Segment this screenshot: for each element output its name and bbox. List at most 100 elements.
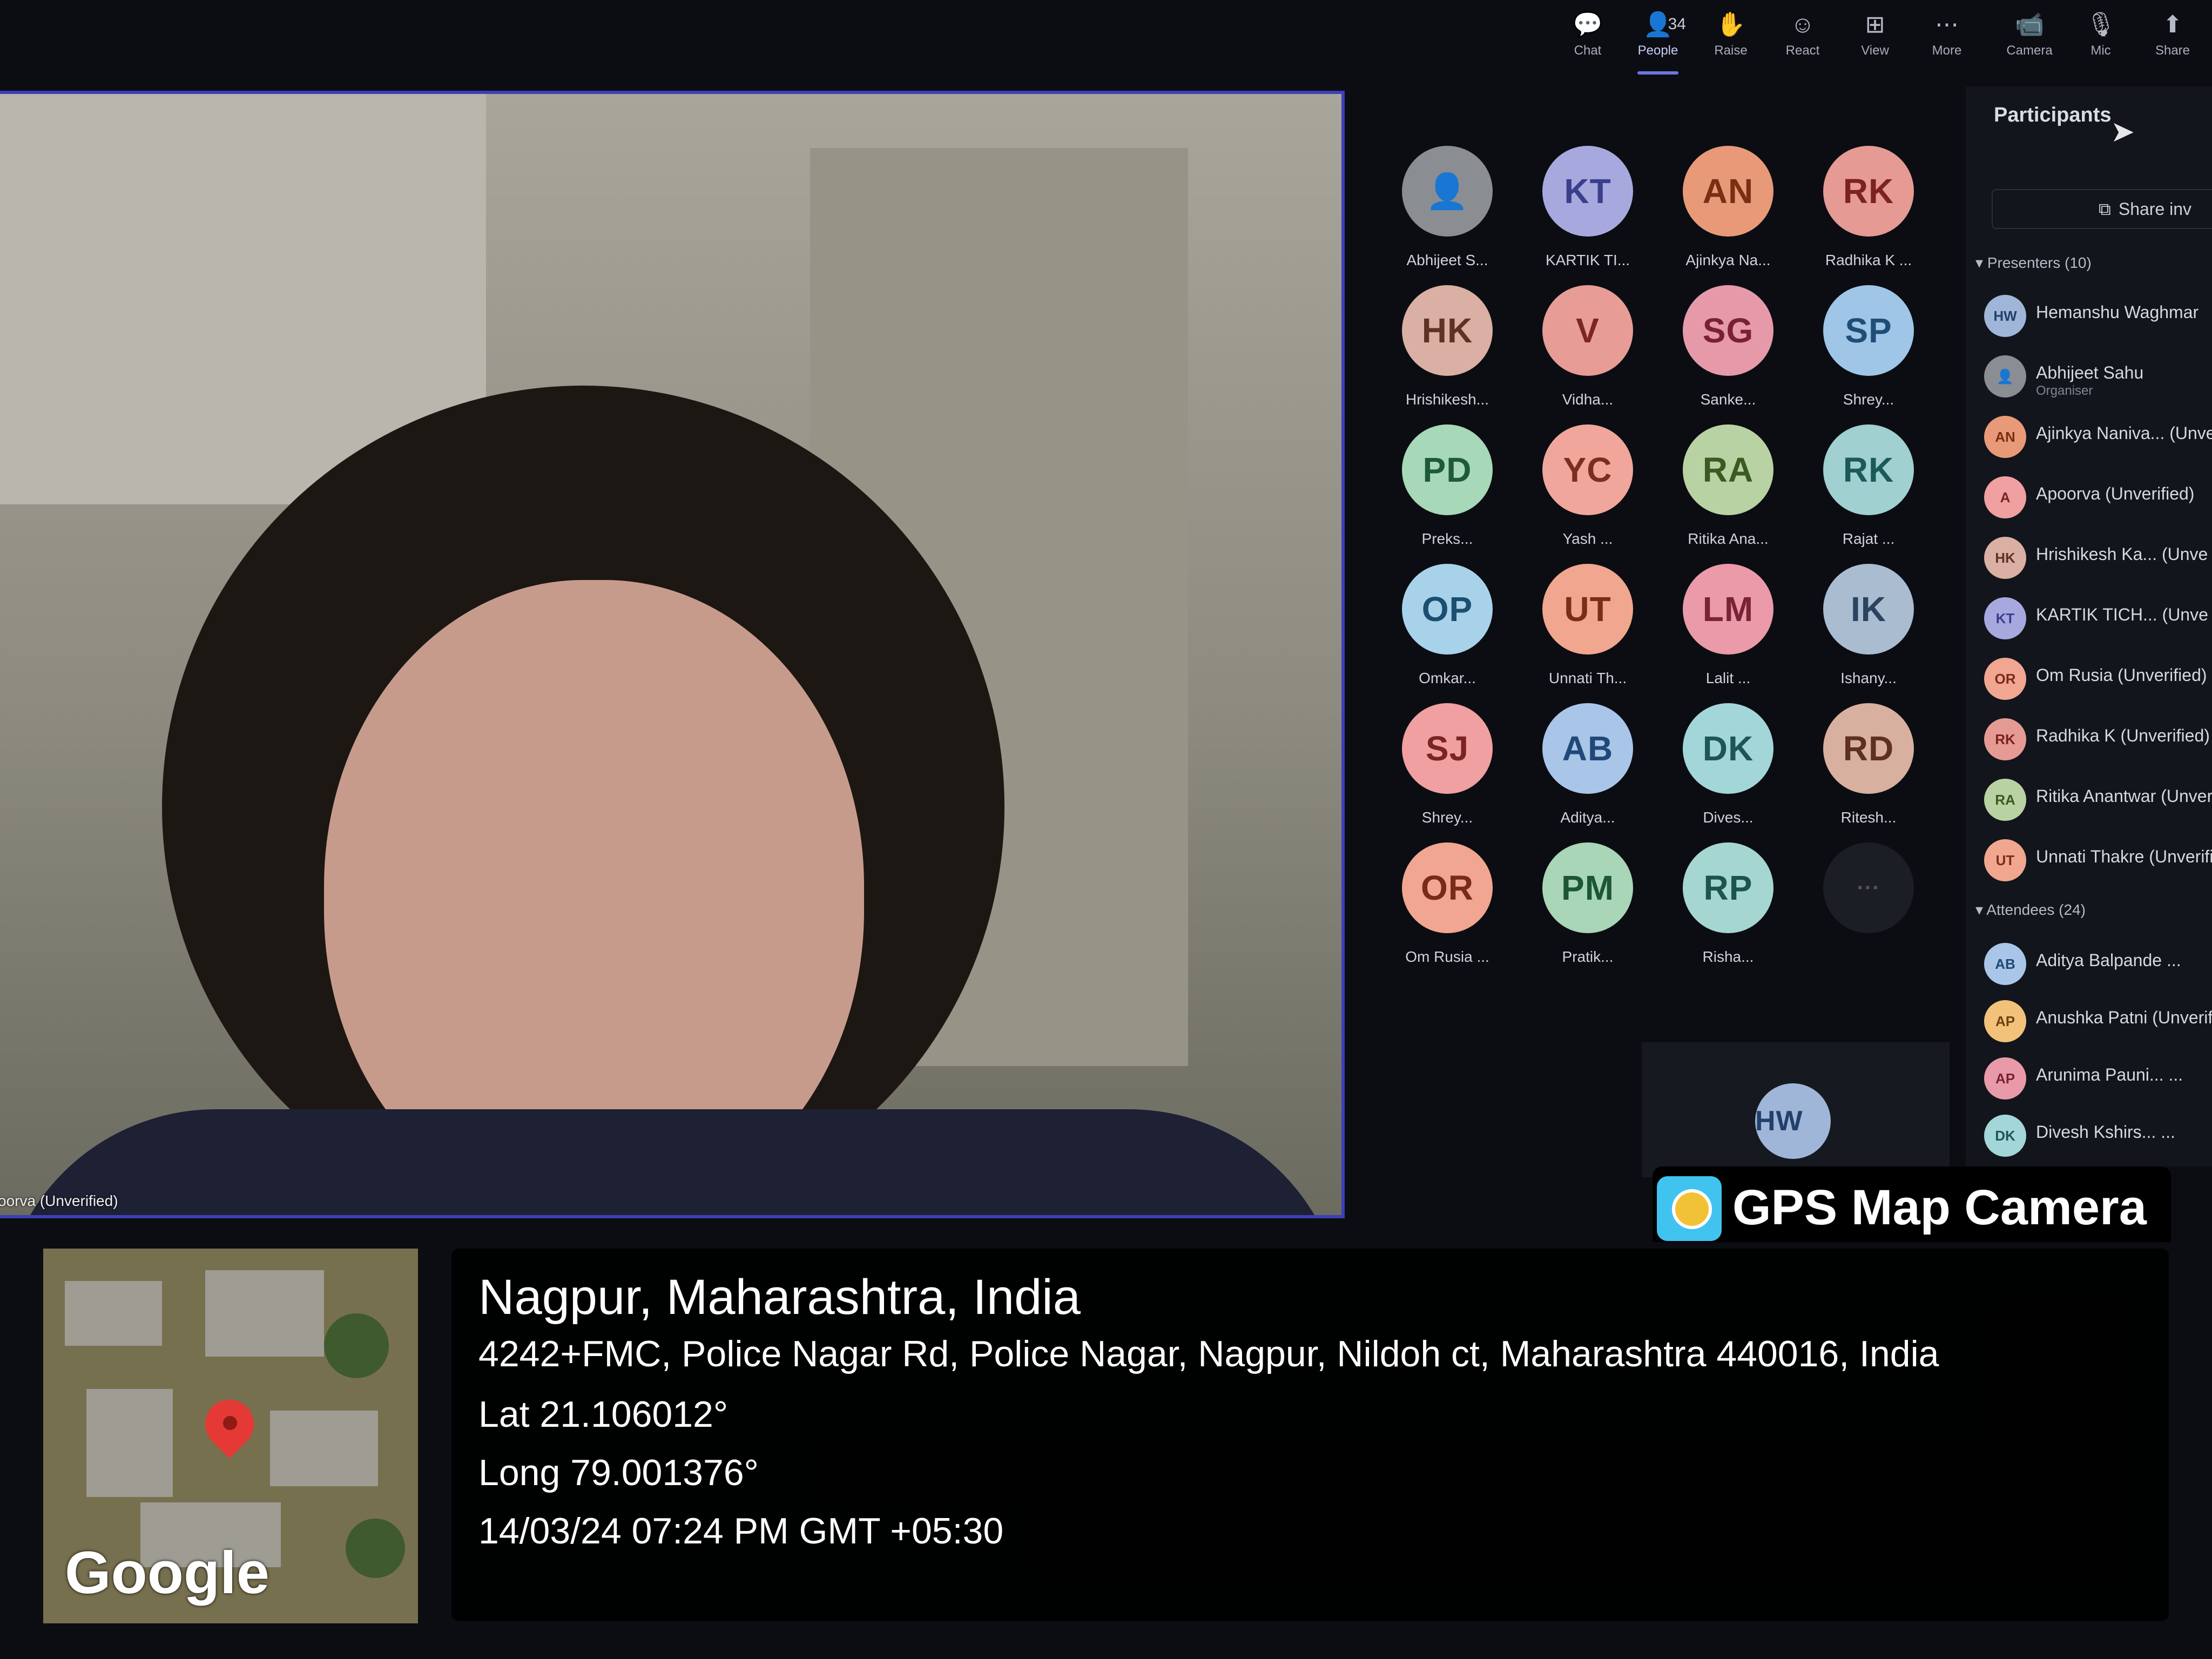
participant-list-name: Apoorva (Unverified) bbox=[2036, 484, 2195, 503]
participant-tile[interactable]: IK Ishany... bbox=[1798, 564, 1939, 704]
participant-tile[interactable]: AB Aditya... bbox=[1518, 703, 1658, 844]
toolbar-chat-button[interactable]: 💬 Chat bbox=[1555, 10, 1620, 75]
attendees-label: Attendees (24) bbox=[1986, 901, 2086, 918]
participant-tile[interactable]: PD Preks... bbox=[1377, 424, 1518, 565]
participant-tile[interactable]: OP Omkar... bbox=[1377, 564, 1518, 704]
participant-list-item[interactable]: UT Unnati Thakre (Unverifie bbox=[1984, 836, 2212, 885]
toolbar-react-button[interactable]: ☺ React bbox=[1770, 10, 1835, 75]
participant-tile[interactable]: YC Yash ... bbox=[1518, 424, 1658, 565]
participant-tile[interactable]: RK Rajat ... bbox=[1798, 424, 1939, 565]
participant-list-item[interactable]: RA Ritika Anantwar (Unveri bbox=[1984, 775, 2212, 824]
participant-tile[interactable]: RA Ritika Ana... bbox=[1658, 424, 1798, 565]
toolbar-mic-button[interactable]: 🎙 Mic bbox=[2068, 10, 2133, 75]
participant-name: Yash ... bbox=[1562, 530, 1613, 547]
participant-list-avatar: OR bbox=[1984, 658, 2026, 700]
meeting-toolbar: 💬 Chat 👤 34 People ✋ Raise ☺ React ⊞ View ⋯ More 📹 Cam… bbox=[1545, 0, 2212, 81]
more-participants-tile[interactable]: ··· bbox=[1798, 842, 1939, 983]
raise-hand-icon: ✋ bbox=[1716, 11, 1746, 38]
participant-list-name: Hrishikesh Ka... (Unve bbox=[2036, 544, 2208, 564]
participant-name: Hrishikesh... bbox=[1405, 391, 1489, 408]
participant-list-name: Unnati Thakre (Unverifie bbox=[2036, 847, 2212, 866]
participant-tile[interactable]: SG Sanke... bbox=[1658, 285, 1798, 426]
gps-camera-app-icon bbox=[1657, 1176, 1722, 1241]
participant-name: Ritesh... bbox=[1840, 809, 1897, 826]
camera-icon: 📹 bbox=[2014, 11, 2045, 38]
panel-title: Participants bbox=[1994, 104, 2112, 126]
toolbar-button-label: More bbox=[1932, 43, 1962, 58]
participant-tile[interactable]: KT KARTIK TI... bbox=[1518, 146, 1658, 286]
participant-list-item[interactable]: AN Ajinkya Naniva... (Unve bbox=[1984, 413, 2212, 461]
participant-name: Om Rusia ... bbox=[1405, 948, 1489, 965]
toolbar-raise-button[interactable]: ✋ Raise bbox=[1698, 10, 1763, 75]
participant-name: KARTIK TI... bbox=[1545, 252, 1630, 268]
participant-tile[interactable]: RD Ritesh... bbox=[1798, 703, 1939, 844]
participant-list-item[interactable]: AP Arunima Pauni... ... bbox=[1984, 1054, 2212, 1103]
participant-tile[interactable]: 👤 Abhijeet S... bbox=[1377, 146, 1518, 286]
gps-badge-title: GPS Map Camera bbox=[1732, 1180, 2147, 1235]
participant-list-item[interactable]: OR Om Rusia (Unverified) bbox=[1984, 655, 2212, 703]
participant-list-avatar: AN bbox=[1984, 416, 2026, 458]
participant-name: Rajat ... bbox=[1842, 530, 1895, 547]
participant-list-name: Ajinkya Naniva... (Unve bbox=[2036, 423, 2212, 443]
participant-name: Ishany... bbox=[1840, 670, 1897, 686]
participant-avatar: OP bbox=[1402, 564, 1493, 655]
participant-name: Vidha... bbox=[1562, 391, 1614, 408]
main-video-feed[interactable]: oorva (Unverified) bbox=[0, 91, 1345, 1218]
participant-tile[interactable]: PM Pratik... bbox=[1518, 842, 1658, 983]
participant-list-item[interactable]: HW Hemanshu Waghmar bbox=[1984, 292, 2212, 340]
toolbar-view-button[interactable]: ⊞ View bbox=[1843, 10, 1907, 75]
participant-list-name: Divesh Kshirs... ... bbox=[2036, 1122, 2175, 1142]
participant-list-item[interactable]: AB Aditya Balpande ... bbox=[1984, 940, 2212, 988]
participant-avatar: SG bbox=[1683, 285, 1773, 376]
gps-address: 4242+FMC, Police Nagar Rd, Police Nagar,… bbox=[478, 1333, 1939, 1374]
participant-avatar: UT bbox=[1542, 564, 1633, 655]
participant-name: Omkar... bbox=[1419, 670, 1476, 686]
participant-tile[interactable]: LM Lalit ... bbox=[1658, 564, 1798, 704]
participant-tile[interactable]: AN Ajinkya Na... bbox=[1658, 146, 1798, 286]
toolbar-people-button[interactable]: 👤 34 People bbox=[1626, 10, 1690, 75]
toolbar-button-label: Camera bbox=[2006, 43, 2053, 58]
participant-tile[interactable]: SP Shrey... bbox=[1798, 285, 1939, 426]
participant-tile[interactable]: V Vidha... bbox=[1518, 285, 1658, 426]
toolbar-button-label: Share bbox=[2155, 43, 2190, 58]
participant-list-item[interactable]: KT KARTIK TICH... (Unve bbox=[1984, 594, 2212, 643]
toolbar-button-label: View bbox=[1861, 43, 1889, 58]
share-invite-button[interactable]: ⧉ Share inv bbox=[1992, 189, 2212, 229]
participant-avatar: SP bbox=[1823, 285, 1914, 376]
participant-list-name: Aditya Balpande ... bbox=[2036, 950, 2181, 970]
more-icon: ⋯ bbox=[1935, 11, 1959, 38]
video-participant-name: oorva (Unverified) bbox=[0, 1192, 118, 1209]
share-icon: ⬆ bbox=[2162, 11, 2183, 38]
react-icon: ☺ bbox=[1790, 11, 1815, 38]
participant-tile[interactable]: RP Risha... bbox=[1658, 842, 1798, 983]
toolbar-button-label: People bbox=[1637, 43, 1678, 58]
participant-tile[interactable]: HK Hrishikesh... bbox=[1377, 285, 1518, 426]
toolbar-camera-button[interactable]: 📹 Camera bbox=[1997, 10, 2062, 75]
participant-list-name: Anushka Patni (Unverifie bbox=[2036, 1008, 2212, 1027]
mouse-cursor-icon: ➤ bbox=[2110, 116, 2135, 148]
toolbar-share-button[interactable]: ⬆ Share bbox=[2140, 10, 2205, 75]
share-invite-icon: ⧉ bbox=[2099, 199, 2111, 219]
participant-list-item[interactable]: A Apoorva (Unverified) bbox=[1984, 473, 2212, 522]
participant-avatar: RK bbox=[1823, 146, 1914, 237]
participant-tile[interactable]: SJ Shrey... bbox=[1377, 703, 1518, 844]
participant-tile[interactable]: OR Om Rusia ... bbox=[1377, 842, 1518, 983]
participant-tile[interactable]: RK Radhika K ... bbox=[1798, 146, 1939, 286]
participant-name: Abhijeet S... bbox=[1406, 252, 1488, 268]
speaker-body bbox=[0, 1109, 1341, 1215]
self-view-tile[interactable]: HW bbox=[1642, 1042, 1950, 1177]
participant-tile[interactable]: UT Unnati Th... bbox=[1518, 564, 1658, 704]
participant-list-item[interactable]: RK Radhika K (Unverified) bbox=[1984, 715, 2212, 764]
toolbar-more-button[interactable]: ⋯ More bbox=[1914, 10, 1979, 75]
participant-list-item[interactable]: AP Anushka Patni (Unverifie bbox=[1984, 997, 2212, 1046]
participant-list-item[interactable]: DK Divesh Kshirs... ... bbox=[1984, 1111, 2212, 1160]
attendees-section-toggle[interactable]: ▾ Attendees (24) bbox=[1975, 901, 2086, 919]
participant-list-item[interactable]: 👤 Abhijeet Sahu Organiser bbox=[1984, 352, 2212, 401]
toolbar-button-label: React bbox=[1785, 43, 1820, 58]
participant-list-item[interactable]: HK Hrishikesh Ka... (Unve bbox=[1984, 534, 2212, 582]
participant-name: Sanke... bbox=[1700, 391, 1756, 408]
presenters-section-toggle[interactable]: ▾ Presenters (10) bbox=[1975, 254, 2092, 272]
participant-name: Aditya... bbox=[1560, 809, 1615, 826]
participant-tile[interactable]: DK Dives... bbox=[1658, 703, 1798, 844]
participant-list-avatar: DK bbox=[1984, 1115, 2026, 1157]
